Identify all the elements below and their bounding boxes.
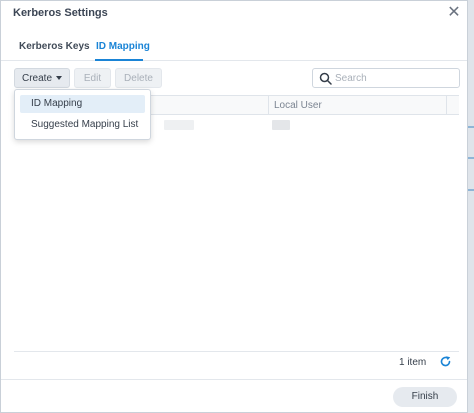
background-window-edge <box>468 0 474 413</box>
dialog-titlebar: Kerberos Settings ✕ <box>1 1 467 27</box>
create-dropdown-menu: ID Mapping Suggested Mapping List <box>14 89 151 140</box>
search-icon <box>319 72 332 85</box>
background-mark <box>468 189 474 191</box>
column-separator[interactable] <box>446 96 447 114</box>
tab-bar: Kerberos Keys ID Mapping <box>1 35 467 61</box>
caret-down-icon <box>56 76 62 81</box>
menu-item-id-mapping[interactable]: ID Mapping <box>20 95 145 113</box>
background-mark <box>468 157 474 159</box>
edit-button[interactable]: Edit <box>74 68 111 88</box>
column-separator[interactable] <box>268 96 269 114</box>
search-input[interactable] <box>335 70 455 86</box>
active-tab-indicator <box>95 59 143 61</box>
item-count: 1 item <box>399 357 427 368</box>
background-mark <box>468 126 474 128</box>
close-icon[interactable]: ✕ <box>445 4 463 22</box>
local-user-cell <box>272 120 290 130</box>
tab-id-mapping[interactable]: ID Mapping <box>96 41 150 52</box>
search-box[interactable] <box>312 68 460 88</box>
column-header-local-user[interactable]: Local User <box>274 100 322 111</box>
kerberos-settings-dialog: Kerberos Settings ✕ Kerberos Keys ID Map… <box>0 0 468 413</box>
refresh-icon[interactable] <box>439 355 452 368</box>
footer-divider <box>1 379 467 380</box>
create-button[interactable]: Create <box>14 68 70 88</box>
grid-footer: 1 item <box>14 351 459 371</box>
kerberos-user-cell <box>164 120 194 130</box>
finish-button[interactable]: Finish <box>393 387 457 407</box>
menu-item-suggested-mapping-list[interactable]: Suggested Mapping List <box>20 116 145 134</box>
create-button-label: Create <box>21 73 52 84</box>
tab-kerberos-keys[interactable]: Kerberos Keys <box>19 41 90 52</box>
dialog-title: Kerberos Settings <box>13 7 108 19</box>
delete-button[interactable]: Delete <box>115 68 162 88</box>
